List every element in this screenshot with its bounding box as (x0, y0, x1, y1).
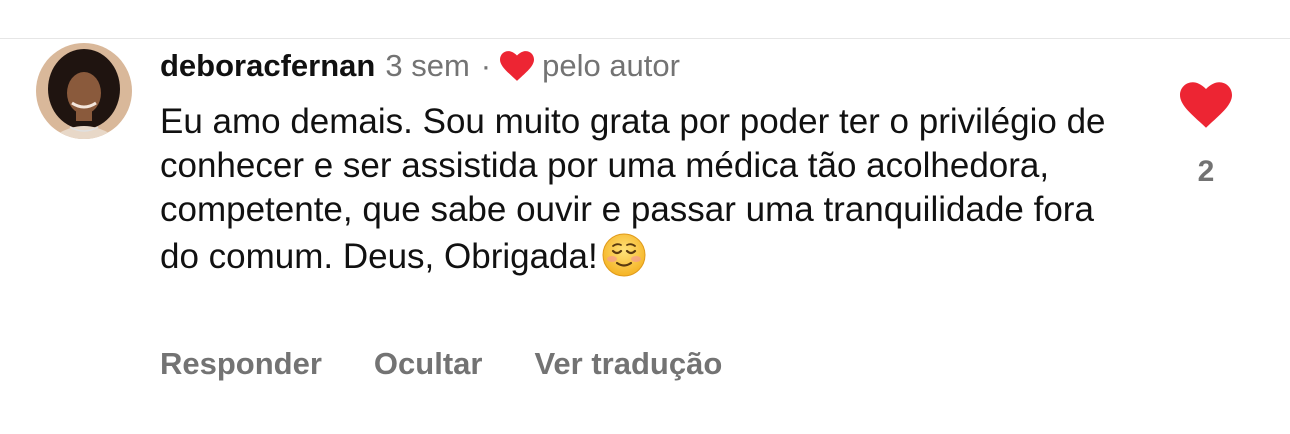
separator: · (480, 48, 492, 83)
translate-button[interactable]: Ver tradução (534, 346, 722, 382)
like-count[interactable]: 2 (1180, 155, 1232, 189)
timestamp: 3 sem (385, 48, 470, 83)
heart-icon (500, 51, 535, 81)
avatar-image (36, 43, 132, 139)
like-button[interactable] (1180, 82, 1232, 130)
avatar[interactable] (36, 43, 132, 139)
comment-actions: Responder Ocultar Ver tradução (160, 346, 722, 382)
comment-body: Eu amo demais. Sou muito grata por poder… (160, 100, 1120, 279)
reply-button[interactable]: Responder (160, 346, 322, 382)
heart-filled-icon (1180, 82, 1232, 128)
top-divider (0, 38, 1290, 39)
username[interactable]: deboracfernan (160, 48, 375, 84)
hide-button[interactable]: Ocultar (374, 346, 483, 382)
liked-by-author-label: pelo autor (542, 48, 680, 83)
smiling-face-emoji (601, 232, 647, 278)
comment-header: deboracfernan 3 sem · pelo autor (160, 44, 680, 88)
